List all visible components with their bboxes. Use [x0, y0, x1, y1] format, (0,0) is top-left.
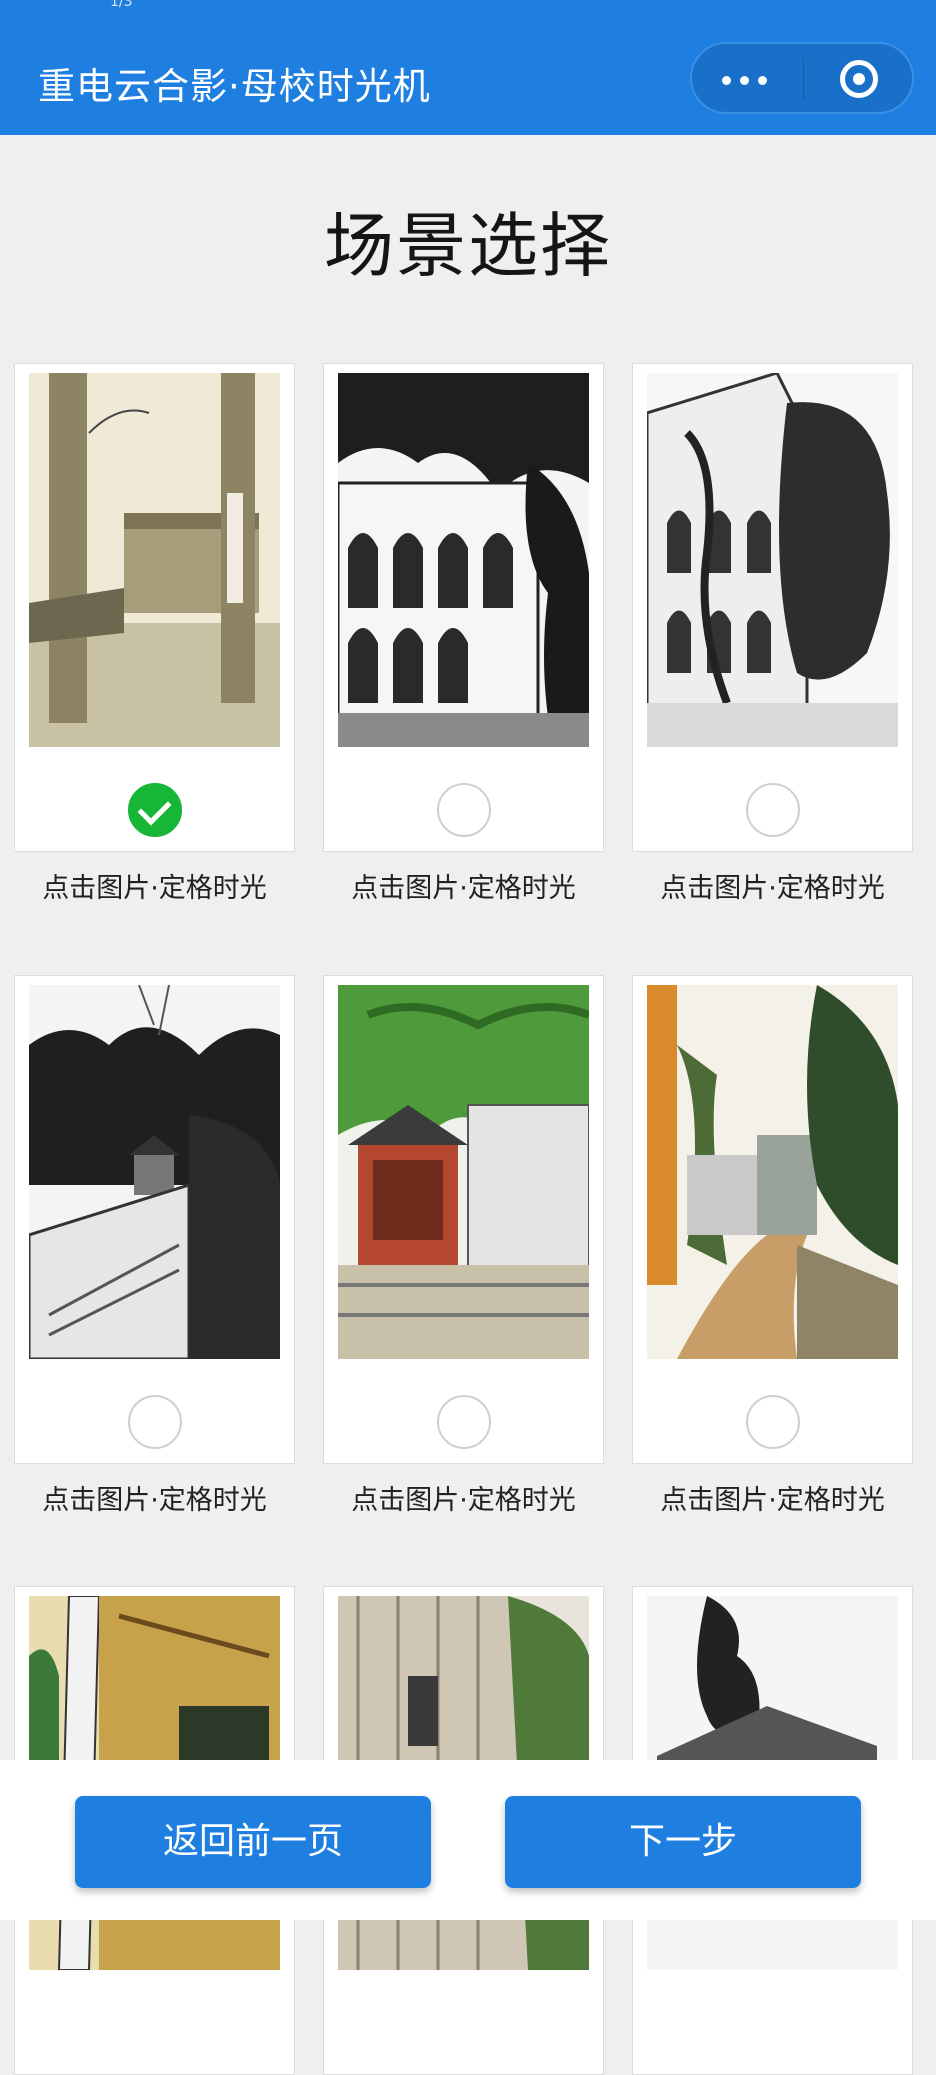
scene-card-3[interactable]	[632, 363, 913, 852]
back-button[interactable]: 返回前一页	[75, 1796, 431, 1888]
scene-radio-3[interactable]	[746, 783, 800, 837]
scene-image-1[interactable]	[29, 373, 280, 747]
scene-card-1[interactable]	[14, 363, 295, 852]
scene-caption-2: 点击图片·定格时光	[351, 873, 576, 904]
scene-card-4[interactable]	[14, 975, 295, 1464]
scene-image-6[interactable]	[647, 985, 898, 1359]
scene-caption-3: 点击图片·定格时光	[660, 873, 885, 904]
scene-card-6[interactable]	[632, 975, 913, 1464]
scene-radio-6[interactable]	[746, 1395, 800, 1449]
scene-image-5[interactable]	[338, 985, 589, 1359]
footer-bar: 返回前一页 下一步	[0, 1760, 936, 1920]
scene-card-2[interactable]	[323, 363, 604, 852]
scene-radio-1[interactable]	[128, 783, 182, 837]
scene-radio-2[interactable]	[437, 783, 491, 837]
scene-image-2[interactable]	[338, 373, 589, 747]
scene-caption-1: 点击图片·定格时光	[42, 873, 267, 904]
scene-grid: 点击图片·定格时光 点击图片·定格时光 点击图片·定格时光 点击图片·定格时光 …	[0, 0, 936, 2075]
scene-caption-4: 点击图片·定格时光	[42, 1485, 267, 1516]
scene-radio-5[interactable]	[437, 1395, 491, 1449]
scene-image-3[interactable]	[647, 373, 898, 747]
scene-radio-4[interactable]	[128, 1395, 182, 1449]
scene-caption-6: 点击图片·定格时光	[660, 1485, 885, 1516]
scene-card-5[interactable]	[323, 975, 604, 1464]
scene-image-4[interactable]	[29, 985, 280, 1359]
next-button[interactable]: 下一步	[505, 1796, 861, 1888]
scene-caption-5: 点击图片·定格时光	[351, 1485, 576, 1516]
